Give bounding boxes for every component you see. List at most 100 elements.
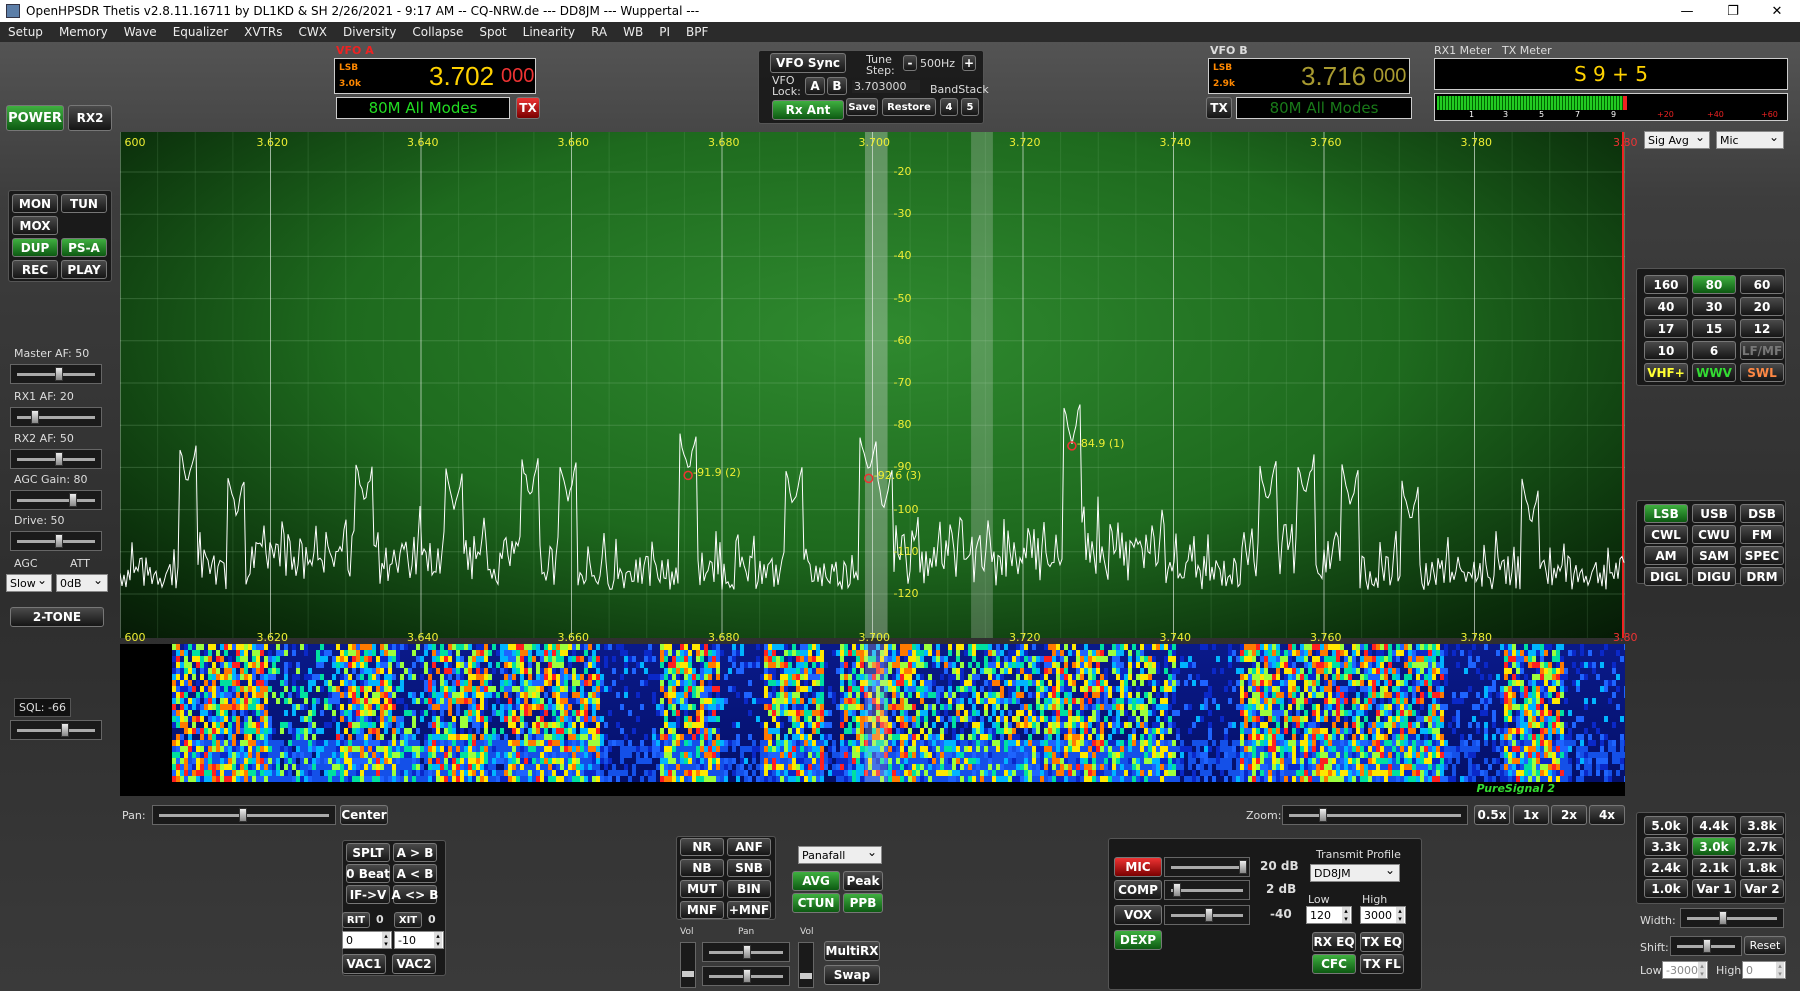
save-button[interactable]: Save [846,98,878,116]
menu-collapse[interactable]: Collapse [404,25,471,39]
master-af-slider[interactable] [10,364,102,384]
waterfall-cell [208,758,212,764]
vfo-a-display[interactable]: LSB 3.0k 3.702 000 [334,58,536,94]
dup-button[interactable]: DUP [12,238,58,257]
waterfall-cell [996,728,1000,734]
waterfall-cell [308,668,312,674]
play-button[interactable]: PLAY [61,260,107,279]
minimize-icon[interactable]: — [1664,0,1710,22]
waterfall-cell [680,692,684,698]
tune-step-down[interactable]: - [903,55,917,71]
menu-memory[interactable]: Memory [51,25,116,39]
power-button[interactable]: POWER [6,105,64,131]
waterfall-cell [540,704,544,710]
waterfall-cell [888,764,892,770]
waterfall-cell [380,668,384,674]
panadapter-plot[interactable] [120,132,1625,638]
freq-tick-label: 3.740 [1159,631,1192,644]
waterfall-cell [1176,728,1180,734]
rx2-button[interactable]: RX2 [68,105,112,131]
menu-wb[interactable]: WB [615,25,651,39]
restore-button[interactable]: Restore [882,98,936,116]
waterfall-cell [1252,740,1256,746]
rx1-af-slider[interactable] [10,407,102,427]
waterfall-cell [580,770,584,776]
waterfall-cell [964,650,968,656]
two-tone-button[interactable]: 2-TONE [10,607,104,627]
rec-button[interactable]: REC [12,260,58,279]
vfo-b-tx-button[interactable]: TX [1206,97,1232,119]
waterfall-cell [1276,716,1280,722]
freq-tick-label: 3.640 [407,136,439,149]
sql-slider[interactable] [10,720,102,740]
menu-equalizer[interactable]: Equalizer [165,25,236,39]
waterfall-cell [1104,764,1108,770]
waterfall-cell [464,662,468,668]
waterfall-cell [328,698,332,704]
agc-gain-slider[interactable] [10,490,102,510]
waterfall-cell [944,728,948,734]
waterfall-cell [384,686,388,692]
rx2-af-slider[interactable] [10,449,102,469]
waterfall-cell [272,662,276,668]
waterfall-cell [1036,662,1040,668]
menu-spot[interactable]: Spot [471,25,514,39]
waterfall-cell [236,728,240,734]
vfo-a-tx-button[interactable]: TX [516,97,540,119]
menu-linearity[interactable]: Linearity [515,25,583,39]
rx-ant-button[interactable]: Rx Ant [772,100,844,120]
waterfall-cell [232,758,236,764]
waterfall-cell [924,758,928,764]
lock-a-button[interactable]: A [805,77,825,95]
lock-b-button[interactable]: B [827,77,847,95]
waterfall-cell [1248,740,1252,746]
waterfall-cell [800,698,804,704]
vfo-sync-button[interactable]: VFO Sync [770,53,846,73]
psa-button[interactable]: PS-A [61,238,107,257]
waterfall-cell [280,770,284,776]
waterfall-cell [1260,710,1264,716]
tune-step-up[interactable]: + [962,55,976,71]
waterfall-cell [664,686,668,692]
mox-button[interactable]: MOX [12,216,58,235]
waterfall-cell [1272,716,1276,722]
agc-select[interactable]: Slow [6,573,52,592]
menu-xvtrs[interactable]: XVTRs [236,25,290,39]
waterfall-cell [800,734,804,740]
waterfall-cell [236,662,240,668]
mon-button[interactable]: MON [12,194,58,213]
menu-bpf[interactable]: BPF [678,25,716,39]
restore-icon[interactable]: ❐ [1710,0,1756,22]
att-select[interactable]: 0dB [56,573,108,592]
vfo-b-display[interactable]: LSB 2.9k 3.716 000 [1208,58,1410,94]
menu-wave[interactable]: Wave [116,25,165,39]
waterfall-cell [660,734,664,740]
waterfall-cell [928,746,932,752]
waterfall[interactable] [120,644,1628,782]
waterfall-cell [376,704,380,710]
menu-cwx[interactable]: CWX [291,25,335,39]
close-icon[interactable]: ✕ [1754,0,1800,22]
tun-button[interactable]: TUN [61,194,107,213]
waterfall-cell [916,686,920,692]
rx-meter-select[interactable]: Sig Avg [1644,130,1710,149]
bandstack-4-button[interactable]: 4 [940,98,958,116]
waterfall-cell [392,704,396,710]
drive-slider[interactable] [10,531,102,551]
waterfall-cell [1164,716,1168,722]
menu-setup[interactable]: Setup [0,25,51,39]
bandstack-5-button[interactable]: 5 [961,98,979,116]
panadapter[interactable] [120,132,1625,638]
waterfall-cell [1288,686,1292,692]
menu-pi[interactable]: PI [651,25,678,39]
waterfall-cell [368,716,372,722]
menu-diversity[interactable]: Diversity [335,25,404,39]
waterfall-cell [552,746,556,752]
waterfall-cell [1164,668,1168,674]
waterfall-cell [408,740,412,746]
menu-ra[interactable]: RA [583,25,615,39]
tx-meter-select[interactable]: Mic [1716,130,1784,149]
waterfall-cell [968,650,972,656]
waterfall-cell [1244,644,1248,650]
waterfall-cell [1272,662,1276,668]
